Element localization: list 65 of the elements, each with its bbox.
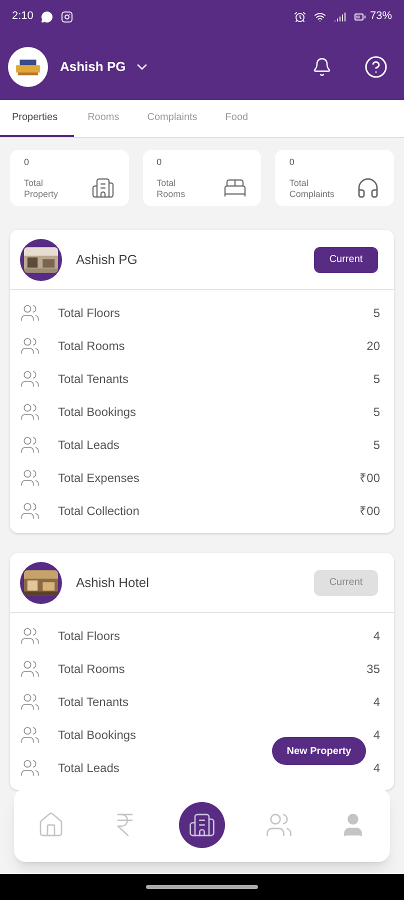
nav-item[interactable] — [179, 802, 225, 848]
property-switcher[interactable]: Ashish PG — [60, 56, 150, 76]
building-icon — [188, 811, 216, 839]
row-value: 4 — [373, 726, 380, 744]
row-label: Total Tenants — [58, 370, 130, 388]
users-icon — [20, 724, 40, 744]
property-name: Ashish Hotel — [76, 574, 150, 592]
row-label: Total Floors — [58, 628, 122, 644]
stat-value: 0 — [156, 156, 163, 169]
users-icon — [265, 811, 293, 839]
row-label: Total Bookings — [58, 404, 138, 420]
row-label: Total Leads — [58, 436, 120, 454]
building-icon — [90, 176, 115, 200]
camera-icon — [61, 10, 74, 22]
property-name: Ashish PG — [76, 250, 138, 269]
row-value: 35 — [366, 660, 380, 678]
users-icon — [20, 692, 40, 712]
wifi-icon — [314, 10, 326, 22]
battery-icon — [354, 10, 366, 22]
tab[interactable]: Properties — [0, 100, 74, 137]
row-value: 5 — [373, 404, 380, 420]
users-icon — [20, 658, 40, 678]
row-value: 4 — [373, 694, 380, 710]
home-icon — [37, 811, 65, 839]
battery-level: 73% — [370, 9, 392, 24]
stat-value: 0 — [24, 156, 30, 169]
row-label: Total Floors — [58, 304, 122, 322]
stat-label: Total Property — [24, 178, 60, 200]
row-value: 5 — [373, 370, 380, 388]
stat-label: Total Rooms — [156, 178, 186, 200]
users-icon — [20, 500, 40, 520]
users-icon — [20, 402, 40, 422]
users-icon — [20, 758, 40, 778]
row-value: 4 — [373, 628, 380, 644]
chat-icon — [41, 10, 54, 22]
users-icon — [20, 468, 40, 488]
row-label: Total Collection — [58, 502, 140, 520]
row-label: Total Expenses — [58, 470, 140, 486]
row-label: Total Tenants — [58, 694, 130, 710]
stat-value: 0 — [289, 156, 296, 169]
users-icon — [20, 626, 40, 646]
headset-icon — [356, 176, 380, 200]
users-icon — [20, 434, 40, 454]
logo-avatar — [8, 46, 48, 86]
row-value: 4 — [373, 760, 380, 776]
new-property-button[interactable]: New Property — [272, 737, 366, 765]
stat-label: Total Complaints — [289, 178, 336, 200]
home-indicator[interactable] — [146, 885, 258, 889]
row-value: ₹00 — [360, 502, 380, 520]
alarm-icon — [294, 10, 306, 22]
current-button[interactable]: Current — [314, 246, 378, 272]
users-icon — [20, 336, 40, 356]
help-icon[interactable] — [364, 54, 388, 78]
notification-icon[interactable] — [312, 56, 332, 76]
users-icon — [20, 302, 40, 322]
users-icon — [20, 368, 40, 388]
status-time: 2:10 — [12, 9, 34, 24]
row-value: 5 — [373, 304, 380, 322]
row-value: ₹00 — [360, 470, 380, 486]
row-label: Total Rooms — [58, 338, 126, 354]
row-label: Total Rooms — [58, 660, 126, 678]
row-value: 20 — [366, 338, 380, 354]
row-label: Total Bookings — [58, 726, 138, 744]
row-value: 5 — [373, 436, 380, 454]
row-label: Total Leads — [58, 760, 120, 776]
